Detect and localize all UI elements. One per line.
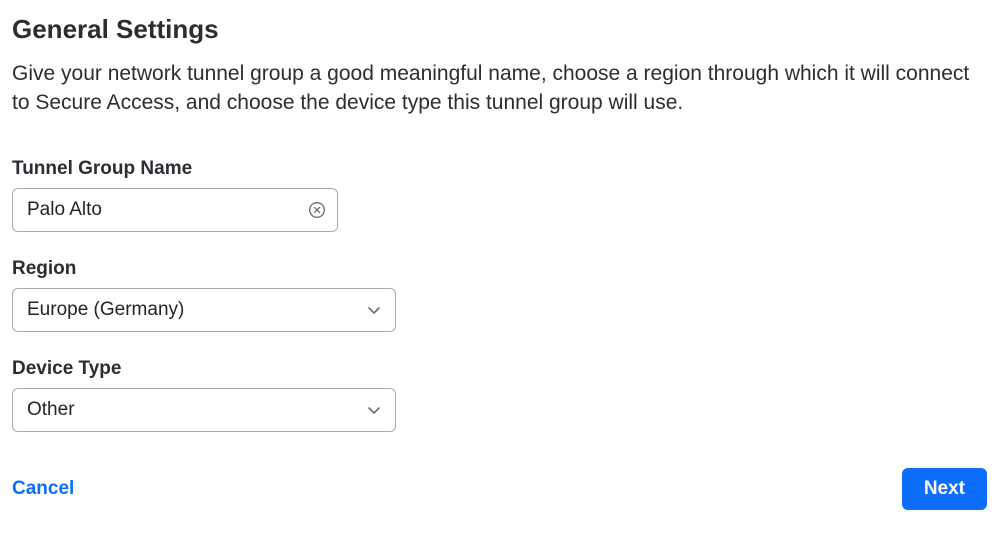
region-label: Region (12, 258, 987, 280)
footer: Cancel Next (12, 468, 987, 510)
region-select[interactable]: Europe (Germany) (12, 288, 396, 332)
region-field: Region Europe (Germany) (12, 258, 987, 332)
next-button[interactable]: Next (902, 468, 987, 510)
page-description: Give your network tunnel group a good me… (12, 59, 987, 118)
page-title: General Settings (12, 14, 987, 45)
device-type-select-value: Other (27, 399, 75, 421)
tunnel-group-name-field: Tunnel Group Name (12, 158, 987, 232)
clear-icon[interactable] (308, 201, 326, 219)
region-select-wrapper: Europe (Germany) (12, 288, 396, 332)
region-select-value: Europe (Germany) (27, 299, 184, 321)
device-type-label: Device Type (12, 358, 987, 380)
device-type-select-wrapper: Other (12, 388, 396, 432)
tunnel-group-name-input[interactable] (12, 188, 338, 232)
device-type-field: Device Type Other (12, 358, 987, 432)
cancel-button[interactable]: Cancel (12, 478, 74, 500)
tunnel-group-name-input-wrapper (12, 188, 338, 232)
tunnel-group-name-label: Tunnel Group Name (12, 158, 987, 180)
device-type-select[interactable]: Other (12, 388, 396, 432)
